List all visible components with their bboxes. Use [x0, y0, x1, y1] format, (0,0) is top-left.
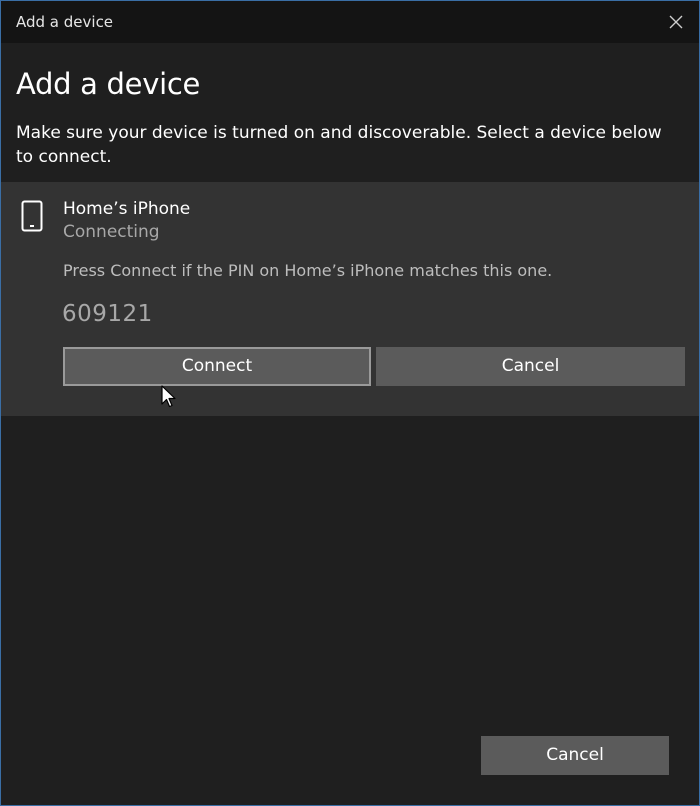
cancel-button[interactable]: Cancel [481, 736, 669, 775]
pin-code: 609121 [62, 301, 153, 327]
close-icon [669, 15, 683, 29]
page-title: Add a device [16, 67, 201, 101]
close-button[interactable] [653, 1, 699, 43]
device-name: Home’s iPhone [63, 199, 191, 219]
device-status: Connecting [63, 222, 160, 242]
connect-button[interactable]: Connect [63, 347, 371, 386]
title-bar: Add a device [1, 1, 699, 43]
window-title: Add a device [16, 13, 114, 31]
pin-prompt-text: Press Connect if the PIN on Home’s iPhon… [63, 261, 553, 280]
instructions-text: Make sure your device is turned on and d… [16, 123, 662, 167]
add-device-window: Add a device Add a device Make sure your… [0, 0, 700, 806]
cancel-pairing-button[interactable]: Cancel [376, 347, 685, 386]
phone-icon [21, 200, 43, 232]
